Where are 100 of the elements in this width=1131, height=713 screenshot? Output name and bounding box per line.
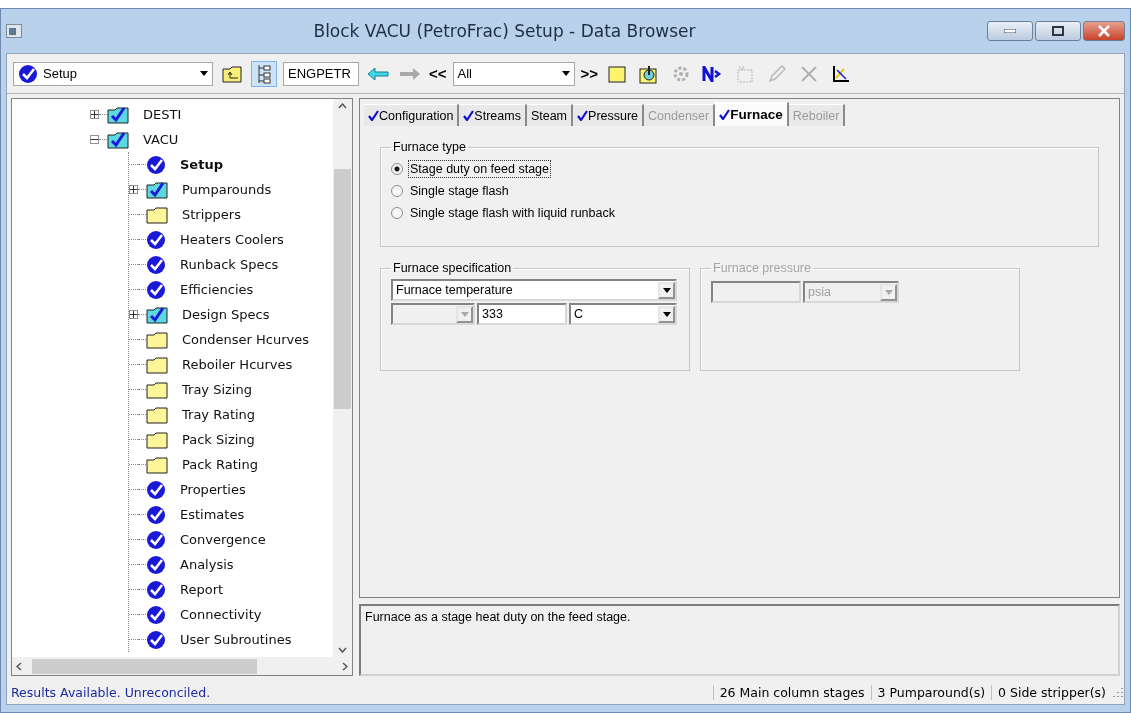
radio-button[interactable] xyxy=(391,163,403,175)
minimize-button[interactable] xyxy=(987,21,1033,41)
scrollbar-thumb[interactable] xyxy=(334,169,351,409)
status-field: 0 Side stripper(s) xyxy=(991,684,1112,700)
check-circle-icon xyxy=(146,279,166,300)
resize-grip-icon xyxy=(1112,686,1124,698)
window-title: Block VACU (PetroFrac) Setup - Data Browser xyxy=(312,21,697,41)
check-circle-icon xyxy=(146,629,166,650)
check-circle-icon xyxy=(18,63,38,84)
scrollbar-thumb[interactable] xyxy=(32,658,257,674)
scroll-down-icon[interactable] xyxy=(338,647,347,653)
scroll-left-icon[interactable] xyxy=(16,661,22,671)
tab[interactable]: Streams xyxy=(459,104,527,126)
tree-item[interactable]: Runback Specs xyxy=(180,257,279,272)
plus-icon xyxy=(130,186,137,193)
specification-select[interactable]: Furnace temperature xyxy=(391,279,677,301)
folder-icon xyxy=(146,330,168,349)
dropdown-arrow-icon xyxy=(662,311,671,317)
units-select[interactable]: ENGPETR xyxy=(283,61,359,86)
app-icon xyxy=(6,24,22,38)
group-title: Furnace pressure xyxy=(712,261,812,275)
check-circle-icon xyxy=(146,504,166,525)
tree-item[interactable]: Tray Sizing xyxy=(182,382,252,397)
tree-item[interactable]: Pack Rating xyxy=(182,457,258,472)
check-circle-icon xyxy=(146,479,166,500)
tree-item[interactable]: Design Specs xyxy=(182,307,270,322)
collapse-toggle[interactable] xyxy=(90,135,99,144)
scroll-right-icon[interactable] xyxy=(342,661,348,671)
tab[interactable]: Steam xyxy=(526,104,574,126)
check-circle-icon xyxy=(146,529,166,550)
dropdown-arrow-icon xyxy=(460,311,469,317)
check-icon xyxy=(368,110,379,121)
folder-icon xyxy=(146,355,168,374)
tree-view-icon[interactable] xyxy=(251,60,277,87)
tree-item[interactable]: Heaters Coolers xyxy=(180,232,284,247)
check-circle-icon xyxy=(146,604,166,625)
tree-item[interactable]: Strippers xyxy=(182,207,241,222)
expand-toggle[interactable] xyxy=(129,185,138,194)
folder-check-icon xyxy=(107,105,129,124)
radio-button[interactable] xyxy=(391,185,403,197)
dropdown-arrow-icon xyxy=(662,287,671,293)
check-icon xyxy=(719,109,731,120)
previous-button[interactable]: << xyxy=(429,65,447,82)
tree-item[interactable]: Convergence xyxy=(180,532,266,547)
check-circle-icon xyxy=(146,579,166,600)
maximize-button[interactable] xyxy=(1035,21,1081,41)
tree-item[interactable]: Condenser Hcurves xyxy=(182,332,309,347)
radio-label[interactable]: Single stage flash with liquid runback xyxy=(409,205,616,221)
tab[interactable]: Furnace xyxy=(715,102,789,126)
form-select[interactable]: Setup xyxy=(13,61,213,86)
check-icon xyxy=(577,110,589,121)
filter-select[interactable]: All xyxy=(452,61,575,86)
maximize-icon xyxy=(1052,26,1064,36)
folder-icon xyxy=(146,405,168,424)
minimize-icon xyxy=(1004,29,1016,33)
tree-item[interactable]: DESTI xyxy=(143,107,182,122)
check-circle-icon xyxy=(146,254,166,275)
check-circle-icon xyxy=(146,229,166,250)
folder-icon xyxy=(146,455,168,474)
plus-icon xyxy=(91,111,98,118)
tab[interactable]: Pressure xyxy=(573,104,645,126)
tree-item[interactable]: Report xyxy=(180,582,224,597)
tree-item[interactable]: Properties xyxy=(180,482,246,497)
tree-item[interactable]: Connectivity xyxy=(180,607,262,622)
status-field: 3 Pumparound(s) xyxy=(870,684,992,700)
close-icon xyxy=(1098,25,1110,37)
status-message: Results Available. Unreconciled. xyxy=(10,684,212,700)
folder-icon xyxy=(146,430,168,449)
radio-button[interactable] xyxy=(391,207,403,219)
dropdown-arrow-icon xyxy=(561,71,570,76)
tree-item[interactable]: User Subroutines xyxy=(180,632,292,647)
tree-item[interactable]: VACU xyxy=(143,132,179,147)
dropdown-arrow-icon xyxy=(200,71,208,76)
status-field: 26 Main column stages xyxy=(712,684,871,700)
expand-toggle[interactable] xyxy=(90,110,99,119)
unit-select[interactable]: C xyxy=(569,303,677,325)
check-circle-icon xyxy=(146,154,166,175)
radio-label[interactable]: Stage duty on feed stage xyxy=(409,161,550,177)
tree-item[interactable]: Efficiencies xyxy=(180,282,254,297)
tree-item[interactable]: Estimates xyxy=(180,507,245,522)
tree-item[interactable]: Pumparounds xyxy=(182,182,272,197)
minus-icon xyxy=(91,136,98,143)
folder-check-icon xyxy=(107,130,129,149)
scroll-up-icon[interactable] xyxy=(338,103,347,109)
value-field[interactable]: 333 xyxy=(477,303,567,325)
tab[interactable]: Configuration xyxy=(364,104,460,126)
tree-item[interactable]: Pack Sizing xyxy=(182,432,255,447)
tree-item[interactable]: Reboiler Hcurves xyxy=(182,357,293,372)
radio-label[interactable]: Single stage flash xyxy=(409,183,510,199)
group-title: Furnace type xyxy=(392,140,467,154)
tree-item[interactable]: Setup xyxy=(180,157,223,172)
folder-check-icon xyxy=(146,180,168,199)
close-button[interactable] xyxy=(1083,21,1125,41)
folder-check-icon xyxy=(146,305,168,324)
next-button[interactable]: >> xyxy=(580,65,599,82)
tree-item[interactable]: Analysis xyxy=(180,557,234,572)
plus-icon xyxy=(130,311,137,318)
expand-toggle[interactable] xyxy=(129,310,138,319)
qualifier-select[interactable] xyxy=(391,303,475,325)
tree-item[interactable]: Tray Rating xyxy=(182,407,256,422)
